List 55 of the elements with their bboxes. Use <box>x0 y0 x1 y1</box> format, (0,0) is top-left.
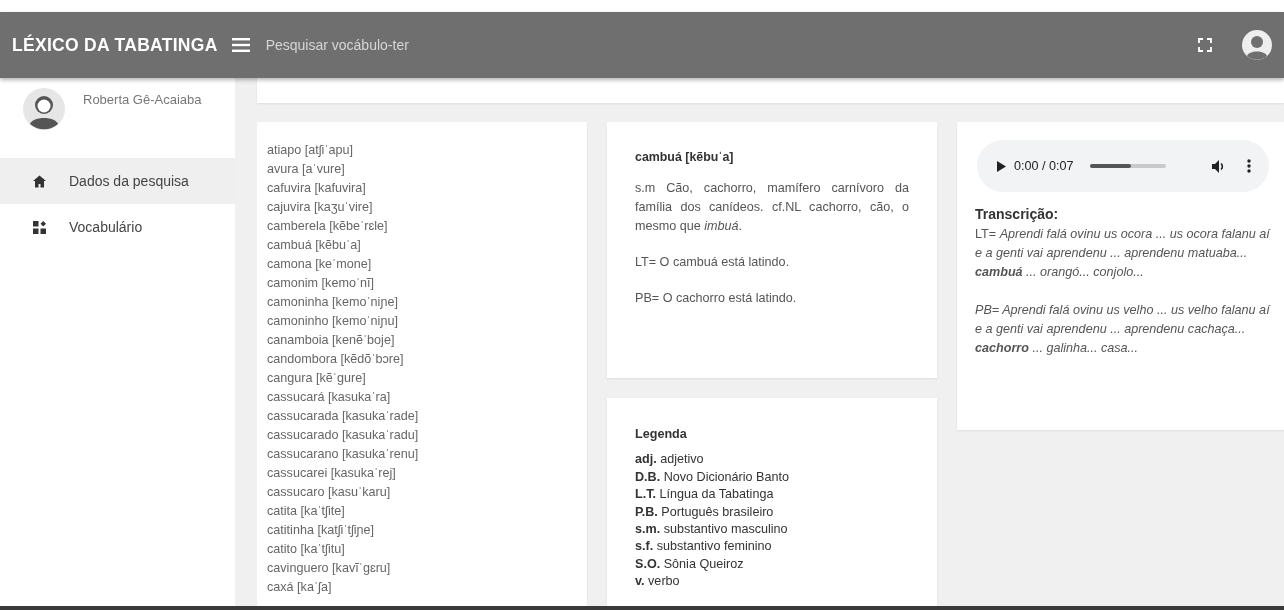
grid-icon <box>33 220 46 234</box>
word-entry[interactable]: camonim [kemoˈnĩ] <box>267 274 375 293</box>
sidebar-item[interactable]: Vocabulário <box>0 204 235 250</box>
transcription-text: PB= Aprendi falá ovinu us velho ... us velho falanu aí e a genti vai aprendenu ... aprendenu cachaça... cachorro ... galinha... casa... <box>975 302 1272 357</box>
word-entry[interactable]: cangura [kẽˈgure] <box>267 369 366 388</box>
legend-item: s.m. substantivo masculino <box>635 521 788 539</box>
legend-item: v. verbo <box>635 573 680 591</box>
word-entry[interactable]: caxá [kaˈʃa] <box>267 578 332 597</box>
word-entry[interactable]: atiapo [atʃiˈapu] <box>267 141 354 160</box>
transcription-title: Transcrição: <box>975 205 1060 224</box>
fullscreen-icon[interactable] <box>1198 38 1212 52</box>
word-entry[interactable]: canamboia [kenẽˈboje] <box>267 331 395 350</box>
example-text: PB= O cachorro está latindo. <box>635 289 798 307</box>
word-entry[interactable]: cassucará [kasukaˈra] <box>267 388 391 407</box>
sidebar-item[interactable]: Dados da pesquisa <box>0 158 235 204</box>
avatar-icon <box>23 88 65 130</box>
legend-item: D.B. Novo Dicionário Banto <box>635 468 789 486</box>
word-entry[interactable]: cajuvira [kaʒuˈvire] <box>267 198 373 217</box>
menu-icon[interactable] <box>231 38 250 52</box>
legend-title: Legenda <box>635 426 688 443</box>
time-display: 0:00 / 0:07 <box>1014 157 1074 175</box>
word-entry[interactable]: cavinguero [kavĩˈgɛru] <box>267 559 391 578</box>
home-icon <box>33 174 46 188</box>
legend-item: S.O. Sônia Queiroz <box>635 555 744 573</box>
word-entry[interactable]: cassucarado [kasukaˈradu] <box>267 426 419 445</box>
word-entry[interactable]: catitinha [katʃiˈtʃiɲe] <box>267 521 375 540</box>
play-icon[interactable] <box>997 160 1006 172</box>
legend-item: L.T. Língua da Tabatinga <box>635 486 774 504</box>
legend-item: s.f. substantivo feminino <box>635 538 772 556</box>
progress-track[interactable] <box>1089 164 1166 168</box>
search-field[interactable]: Pesquisar vocábulo-ter <box>265 34 481 56</box>
word-entry[interactable]: camoninho [kemoˈniɲu] <box>267 312 398 331</box>
word-entry[interactable]: catita [kaˈtʃite] <box>267 502 345 521</box>
avatar-icon[interactable] <box>1242 30 1272 60</box>
word-entry[interactable]: cassucaro [kasuˈkaru] <box>267 483 391 502</box>
word-entry[interactable]: cassucarada [kasukaˈrade] <box>267 407 419 426</box>
word-entry[interactable]: camoninha [kemoˈniɲe] <box>267 293 398 312</box>
word-entry[interactable]: camberela [kẽbeˈrɛle] <box>267 217 388 236</box>
word-entry[interactable]: catito [kaˈtʃitu] <box>267 540 345 559</box>
word-entry[interactable]: camona [keˈmone] <box>267 255 372 274</box>
legend-item: P.B. Português brasileiro <box>635 503 774 521</box>
entry-title: cambuá [kẽbuˈa] <box>635 149 735 166</box>
word-entry[interactable]: cassucarano [kasukaˈrenu] <box>267 445 419 464</box>
word-entry[interactable]: avura [aˈvure] <box>267 160 345 179</box>
word-entry[interactable]: cafuvira [kafuvira] <box>267 179 366 198</box>
definition-text: s.m Cão, cachorro, mamífero carnívoro da família dos canídeos. cf.NL cachorro, cão, o mesmo que imbuá. <box>635 179 909 235</box>
example-text: LT= O cambuá está latindo. <box>635 253 791 271</box>
transcription-text: LT= Aprendi falá ovinu us ocora ... us ocora falanu aí e a genti vai aprendenu ... aprendenu matuaba... cambuá ... orangó... conjolo... <box>975 226 1272 281</box>
word-entry[interactable]: candombora [kẽdõˈbɔre] <box>267 350 404 369</box>
more-options-icon[interactable] <box>1247 159 1251 173</box>
word-entry[interactable]: cassucarei [kasukaˈrej] <box>267 464 396 483</box>
user-name: Roberta Gê-Acaiaba <box>83 91 202 109</box>
legend-item: adj. adjetivo <box>635 451 704 469</box>
word-entry[interactable]: cambuá [kẽbuˈa] <box>267 236 361 255</box>
app-title: LÉXICO DA TABATINGA <box>12 33 218 57</box>
